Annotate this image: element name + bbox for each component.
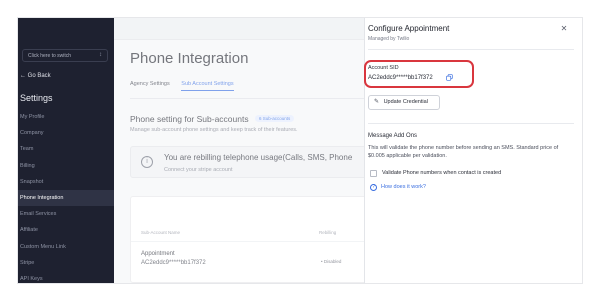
update-credential-label: Update Credential — [383, 99, 428, 105]
sidebar-item-phone-integration[interactable]: Phone Integration — [18, 189, 114, 207]
chevron-updown-icon: ↕ — [99, 52, 102, 58]
sidebar-item-email-services[interactable]: Email Services — [18, 206, 114, 222]
go-back-link[interactable]: ← Go Back — [20, 73, 51, 79]
arrow-left-icon: ← — [20, 73, 26, 79]
how-it-works-link[interactable]: How does it work? — [381, 184, 426, 190]
configure-drawer: Configure Appointment Managed by Twilio … — [364, 18, 582, 283]
sidebar: Click here to switch ↕ ← Go Back Setting… — [18, 18, 114, 283]
drawer-divider — [368, 49, 574, 50]
sidebar-item-my-profile[interactable]: My Profile — [18, 109, 114, 125]
message-addons-title: Message Add Ons — [368, 133, 418, 139]
close-icon[interactable]: ✕ — [559, 24, 569, 34]
settings-heading: Settings — [20, 93, 53, 103]
sidebar-item-team[interactable]: Team — [18, 141, 114, 157]
sidebar-item-company[interactable]: Company — [18, 125, 114, 141]
copy-icon[interactable] — [446, 74, 453, 81]
sidebar-item-billing[interactable]: Billing — [18, 158, 114, 174]
message-addons-description: This will validate the phone number befo… — [368, 145, 559, 159]
sidebar-item-custom-menu-link[interactable]: Custom Menu Link — [18, 239, 114, 255]
validate-phone-label: Validate Phone numbers when contact is c… — [382, 170, 502, 176]
update-credential-button[interactable]: ✎ Update Credential — [368, 95, 440, 110]
account-switcher[interactable]: Click here to switch ↕ — [22, 49, 108, 62]
account-switcher-label: Click here to switch — [28, 53, 72, 59]
app-window: Click here to switch ↕ ← Go Back Setting… — [18, 18, 582, 283]
go-back-label: Go Back — [27, 73, 51, 79]
drawer-divider — [368, 123, 574, 124]
account-sid-label: Account SID — [368, 65, 399, 71]
question-circle-icon: ? — [370, 184, 377, 191]
account-sid-value: AC2eddc9*****bb17f372 — [368, 75, 433, 81]
sidebar-nav: My Profile Company Team Billing Snapshot… — [18, 109, 114, 283]
sidebar-item-snapshot[interactable]: Snapshot — [18, 174, 114, 190]
sidebar-item-stripe[interactable]: Stripe — [18, 255, 114, 271]
sidebar-item-affiliate[interactable]: Affiliate — [18, 222, 114, 238]
drawer-subtitle: Managed by Twilio — [368, 36, 410, 42]
validate-phone-checkbox[interactable] — [370, 170, 377, 177]
sidebar-item-api-keys[interactable]: API Keys — [18, 271, 114, 283]
pencil-icon: ✎ — [374, 99, 380, 105]
drawer-title: Configure Appointment — [368, 24, 450, 33]
